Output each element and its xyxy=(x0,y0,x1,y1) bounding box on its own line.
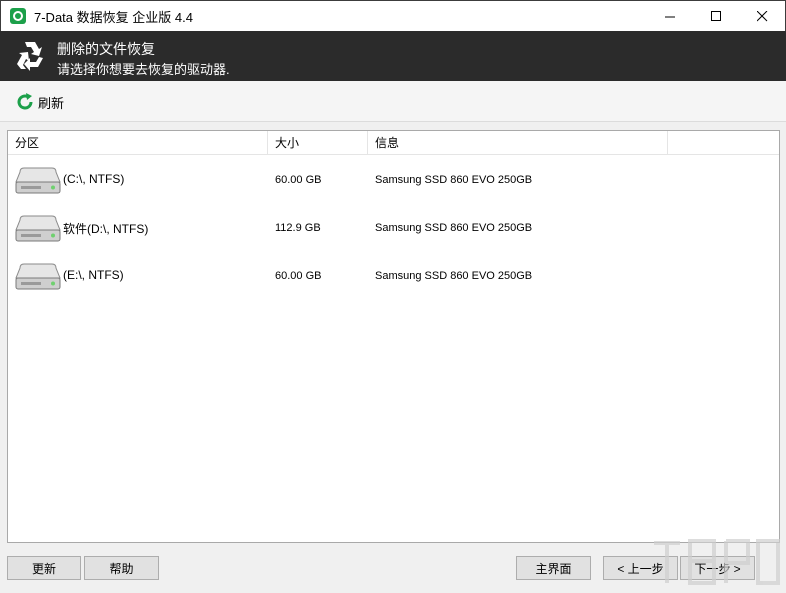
drive-info: Samsung SSD 860 EVO 250GB xyxy=(375,270,533,282)
table-row[interactable]: (E:\, NTFS) 60.00 GB Samsung SSD 860 EVO… xyxy=(8,252,779,300)
maximize-icon xyxy=(710,10,721,21)
hard-drive-icon xyxy=(15,263,61,290)
column-partition[interactable]: 分区 xyxy=(8,131,268,155)
wizard-header: 删除的文件恢复 请选择你想要去恢复的驱动器. xyxy=(0,31,786,81)
app-logo-icon xyxy=(10,8,26,24)
drive-name: (E:\, NTFS) xyxy=(63,268,124,282)
header-title: 删除的文件恢复 xyxy=(57,41,155,57)
watermark-logo xyxy=(654,539,780,585)
update-button[interactable]: 更新 xyxy=(7,556,81,580)
close-icon xyxy=(756,10,767,21)
drive-info: Samsung SSD 860 EVO 250GB xyxy=(375,174,533,186)
header-subtitle: 请选择你想要去恢复的驱动器. xyxy=(57,62,230,77)
main-screen-button[interactable]: 主界面 xyxy=(516,556,591,580)
window-title: 7-Data 数据恢复 企业版 4.4 xyxy=(34,9,193,25)
minimize-icon xyxy=(664,16,675,17)
minimize-button[interactable] xyxy=(647,1,693,31)
column-size[interactable]: 大小 xyxy=(268,131,368,155)
drive-size: 112.9 GB xyxy=(275,222,321,234)
help-button[interactable]: 帮助 xyxy=(84,556,159,580)
refresh-icon xyxy=(17,93,33,110)
toolbar: 刷新 xyxy=(0,81,786,122)
drive-list[interactable]: 分区 大小 信息 (C:\, NTFS) 60.00 GB Samsung SS… xyxy=(7,130,780,543)
hard-drive-icon xyxy=(15,167,61,194)
column-header: 分区 大小 信息 xyxy=(8,131,779,155)
maximize-button[interactable] xyxy=(693,1,739,31)
drive-size: 60.00 GB xyxy=(275,270,322,282)
close-button[interactable] xyxy=(739,1,785,31)
drive-name: (C:\, NTFS) xyxy=(63,172,125,186)
hard-drive-icon xyxy=(15,215,61,242)
column-info[interactable]: 信息 xyxy=(368,131,668,155)
drive-info: Samsung SSD 860 EVO 250GB xyxy=(375,222,533,234)
refresh-label: 刷新 xyxy=(38,95,65,111)
drive-name: 软件(D:\, NTFS) xyxy=(63,222,149,236)
refresh-button[interactable]: 刷新 xyxy=(15,91,64,113)
title-bar: 7-Data 数据恢复 企业版 4.4 xyxy=(0,0,786,31)
drive-size: 60.00 GB xyxy=(275,174,322,186)
recycle-icon xyxy=(17,42,43,71)
table-row[interactable]: 软件(D:\, NTFS) 112.9 GB Samsung SSD 860 E… xyxy=(8,204,779,252)
table-row[interactable]: (C:\, NTFS) 60.00 GB Samsung SSD 860 EVO… xyxy=(8,156,779,204)
